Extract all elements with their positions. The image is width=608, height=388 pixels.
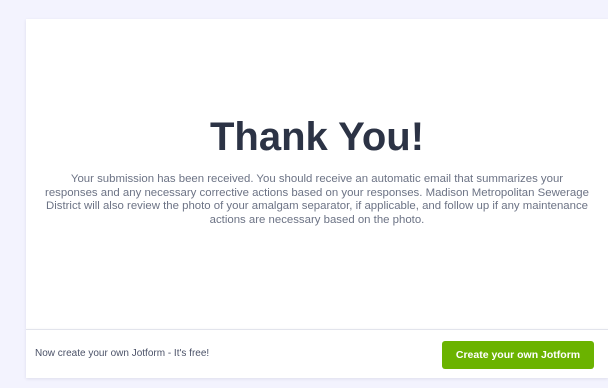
promo-text: Now create your own Jotform - It's free! [35,348,210,359]
jotform-promo-footer: Now create your own Jotform - It's free!… [26,329,608,378]
confirmation-message: Your submission has been received. You s… [45,173,589,226]
create-jotform-button[interactable]: Create your own Jotform [442,341,594,369]
page-title: Thank You! [209,115,425,159]
thank-you-card: Thank You! Your submission has been rece… [26,19,608,329]
